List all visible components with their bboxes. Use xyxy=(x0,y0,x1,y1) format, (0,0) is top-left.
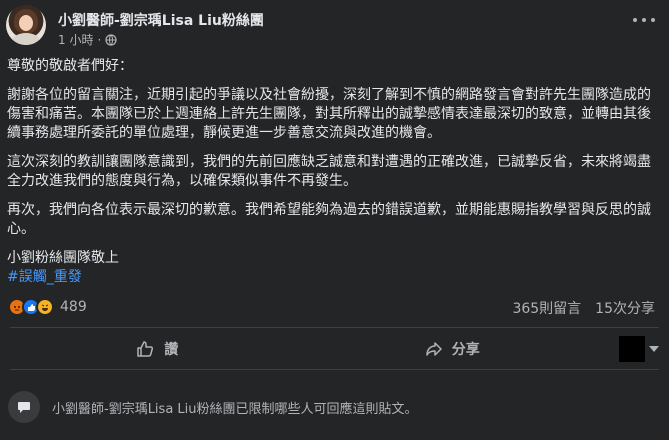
divider xyxy=(10,369,659,370)
actor-avatar xyxy=(619,336,645,362)
post-meta: 1 小時 · xyxy=(58,31,117,48)
share-button[interactable]: 分享 xyxy=(305,332,600,366)
audience-selector[interactable] xyxy=(599,336,659,362)
share-arrow-icon xyxy=(426,342,442,356)
post-greeting: 尊敬的敬啟者們好： xyxy=(7,58,133,74)
action-bar: 讚 分享 xyxy=(10,332,659,366)
divider xyxy=(10,327,659,328)
like-label: 讚 xyxy=(164,342,179,358)
share-count[interactable]: 15次分享 xyxy=(595,298,655,318)
reaction-summary[interactable]: 489 xyxy=(8,296,87,318)
restriction-text: 小劉醫師-劉宗瑀Lisa Liu粉絲團已限制哪些人可回應這則貼文。 xyxy=(52,401,418,417)
globe-icon xyxy=(105,33,117,46)
comment-count[interactable]: 365則留言 xyxy=(512,298,581,318)
haha-reaction-icon xyxy=(36,298,54,316)
post-timestamp[interactable]: 1 小時 xyxy=(58,31,93,48)
comment-bubble-icon xyxy=(8,391,40,423)
more-horizontal-icon[interactable] xyxy=(633,14,655,26)
post-content: 尊敬的敬啟者們好： 謝謝各位的留言關注，近期引起的爭議以及社會紛擾，深刻了解到不… xyxy=(7,57,659,287)
post-paragraph-1: 謝謝各位的留言關注，近期引起的爭議以及社會紛擾，深刻了解到不慎的網路發言會對許先… xyxy=(7,87,651,141)
post-header: 小劉醫師-劉宗瑀Lisa Liu粉絲團 1 小時 · xyxy=(0,0,669,52)
post-signature: 小劉粉絲團隊敬上 xyxy=(7,250,119,266)
share-label: 分享 xyxy=(451,342,480,358)
facebook-post: 小劉醫師-劉宗瑀Lisa Liu粉絲團 1 小時 · 尊敬的敬啟者們好： 謝謝各… xyxy=(0,0,669,440)
reaction-count: 489 xyxy=(60,299,87,315)
thumbs-up-icon xyxy=(137,341,154,357)
chevron-down-icon xyxy=(649,346,659,352)
page-name-link[interactable]: 小劉醫師-劉宗瑀Lisa Liu粉絲團 xyxy=(58,10,264,30)
post-paragraph-3: 再次，我們向各位表示最深切的歉意。我們希望能夠為過去的錯誤道歉，並期能惠賜指教學… xyxy=(7,202,651,237)
like-button[interactable]: 讚 xyxy=(10,332,305,366)
page-avatar[interactable] xyxy=(6,5,46,45)
hashtag-link[interactable]: #誤觸_重發 xyxy=(7,268,659,287)
comment-restriction-notice: 小劉醫師-劉宗瑀Lisa Liu粉絲團已限制哪些人可回應這則貼文。 xyxy=(8,390,659,424)
engagement-stats: 365則留言 15次分享 xyxy=(512,298,655,318)
post-paragraph-2: 這次深刻的教訓讓團隊意識到，我們的先前回應缺乏誠意和對遭遇的正確改進，已誠摯反省… xyxy=(7,154,651,189)
meta-separator: · xyxy=(97,32,102,47)
